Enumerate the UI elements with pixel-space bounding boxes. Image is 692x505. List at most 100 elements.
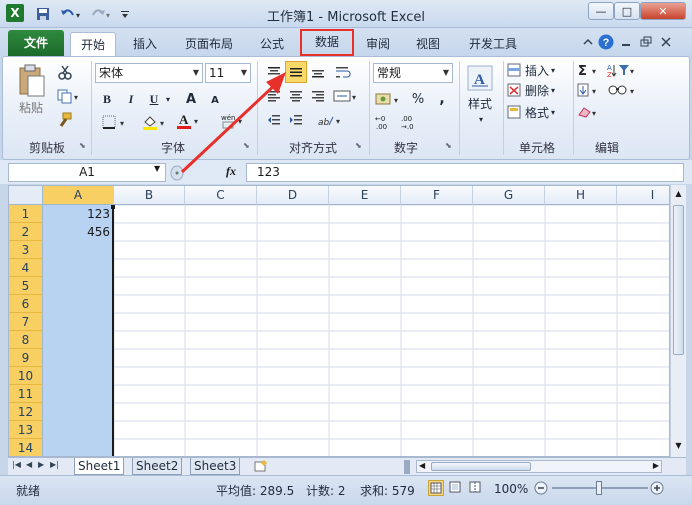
sheet-tab-sheet1[interactable]: Sheet1 (74, 458, 125, 475)
autosum-icon[interactable]: Σ ▾ (577, 61, 603, 79)
scroll-left-icon[interactable]: ◀ (419, 461, 425, 470)
scroll-up-icon[interactable]: ▲ (673, 189, 684, 201)
find-select-icon[interactable]: ▾ (607, 81, 637, 99)
minimize-ribbon-icon[interactable] (580, 34, 596, 50)
orientation-icon[interactable]: ab ▾ (317, 111, 343, 129)
fill-icon[interactable]: ▾ (577, 81, 603, 99)
alignment-launcher-icon[interactable]: ⬊ (355, 141, 362, 150)
tab-insert[interactable]: 插入 (126, 32, 164, 56)
row-header-7[interactable]: 7 (9, 313, 43, 331)
zoom-in-icon[interactable] (650, 481, 664, 495)
number-format-combo[interactable]: 常规 ▼ (373, 63, 453, 83)
decrease-decimal-icon[interactable]: .00 →.0 (401, 113, 423, 131)
tab-formulas[interactable]: 公式 (252, 32, 292, 56)
zoom-level[interactable]: 100% (494, 482, 528, 496)
sheet-tab-sheet2[interactable]: Sheet2 (132, 458, 183, 475)
styles-icon[interactable]: A (465, 63, 495, 93)
tab-view[interactable]: 视图 (410, 32, 446, 56)
column-header-i[interactable]: I (617, 186, 669, 205)
borders-icon[interactable]: ▾ (101, 113, 131, 131)
clipboard-launcher-icon[interactable]: ⬊ (79, 141, 86, 150)
scroll-right-icon[interactable]: ▶ (653, 461, 659, 470)
percent-button[interactable]: % (409, 90, 427, 108)
first-sheet-icon[interactable]: |◀ (12, 460, 21, 469)
chevron-down-icon[interactable]: ▼ (440, 64, 452, 82)
page-layout-view-icon[interactable] (448, 480, 464, 496)
tab-home[interactable]: 开始 (70, 32, 116, 57)
last-sheet-icon[interactable]: ▶| (50, 460, 59, 469)
help-icon[interactable]: ? (598, 34, 614, 50)
page-break-view-icon[interactable] (468, 480, 484, 496)
paste-icon[interactable] (13, 63, 49, 99)
zoom-slider-thumb[interactable] (596, 481, 602, 495)
chevron-down-icon[interactable]: ▾ (475, 113, 487, 125)
insert-sheet-icon[interactable] (252, 459, 272, 473)
italic-button[interactable]: I (123, 90, 139, 108)
vertical-scrollbar[interactable]: ▲ ▼ (670, 185, 686, 457)
row-header-8[interactable]: 8 (9, 331, 43, 349)
close-button[interactable]: ✕ (640, 2, 686, 20)
wrap-text-icon[interactable] (333, 63, 353, 81)
row-header-10[interactable]: 10 (9, 367, 43, 385)
row-header-5[interactable]: 5 (9, 277, 43, 295)
copy-icon[interactable]: ▾ (55, 87, 83, 105)
row-header-11[interactable]: 11 (9, 385, 43, 403)
normal-view-icon[interactable] (428, 480, 444, 496)
h-scrollbar-thumb[interactable] (431, 462, 531, 471)
maximize-button[interactable]: □ (614, 2, 640, 20)
row-header-1[interactable]: 1 (9, 205, 43, 223)
underline-button[interactable]: U (145, 90, 163, 108)
row-header-4[interactable]: 4 (9, 259, 43, 277)
row-header-3[interactable]: 3 (9, 241, 43, 259)
sheet-tab-sheet3[interactable]: Sheet3 (190, 458, 241, 475)
format-painter-icon[interactable] (55, 111, 75, 129)
bold-button[interactable]: B (99, 90, 115, 108)
minimize-button[interactable]: — (588, 2, 614, 20)
chevron-down-icon[interactable]: ▼ (154, 164, 160, 173)
paste-button-label[interactable]: 粘贴 (11, 99, 51, 115)
row-header-12[interactable]: 12 (9, 403, 43, 421)
format-cells-button[interactable]: 格式 ▾ (507, 103, 567, 121)
next-sheet-icon[interactable]: ▶ (38, 460, 44, 469)
scroll-down-icon[interactable]: ▼ (673, 441, 684, 453)
column-header-c[interactable]: C (185, 186, 257, 205)
tab-file[interactable]: 文件 (8, 30, 64, 56)
column-header-a[interactable]: A (43, 186, 114, 205)
prev-sheet-icon[interactable]: ◀ (26, 460, 32, 469)
delete-cells-button[interactable]: 删除 ▾ (507, 81, 567, 99)
formula-input[interactable]: 123 (246, 163, 684, 182)
column-header-e[interactable]: E (329, 186, 401, 205)
column-header-b[interactable]: B (114, 186, 185, 205)
select-all-corner[interactable] (9, 186, 43, 205)
row-header-14[interactable]: 14 (9, 439, 43, 456)
doc-minimize-icon[interactable] (618, 34, 634, 50)
column-header-d[interactable]: D (257, 186, 329, 205)
styles-button-label[interactable]: 样式 (463, 95, 497, 111)
fill-color-icon[interactable]: ▾ (141, 113, 171, 131)
doc-restore-icon[interactable] (638, 34, 654, 50)
column-header-g[interactable]: G (473, 186, 545, 205)
clear-icon[interactable]: ▾ (577, 103, 603, 121)
accounting-format-icon[interactable]: ▾ (375, 90, 403, 108)
cell-a2[interactable]: 456 (43, 223, 114, 241)
doc-close-icon[interactable] (658, 34, 674, 50)
column-header-h[interactable]: H (545, 186, 617, 205)
tab-review[interactable]: 审阅 (360, 32, 396, 56)
sort-filter-icon[interactable]: A Z ▾ (607, 61, 637, 79)
tab-data[interactable]: 数据 (300, 29, 354, 56)
row-header-9[interactable]: 9 (9, 349, 43, 367)
name-box[interactable]: A1 (8, 163, 166, 182)
cut-icon[interactable] (55, 63, 75, 81)
merge-center-icon[interactable]: ▾ (333, 87, 359, 105)
scrollbar-thumb[interactable] (673, 205, 684, 355)
row-header-2[interactable]: 2 (9, 223, 43, 241)
tab-page-layout[interactable]: 页面布局 (178, 32, 240, 56)
number-launcher-icon[interactable]: ⬊ (445, 141, 452, 150)
align-right-icon[interactable] (309, 87, 327, 105)
tab-developer[interactable]: 开发工具 (462, 32, 524, 56)
increase-decimal-icon[interactable]: ←0.00 (375, 113, 397, 131)
cell-a1[interactable]: 123 (43, 205, 114, 223)
worksheet-grid[interactable]: A B C D E F G H I 1 2 3 4 5 6 7 8 9 10 1… (8, 185, 670, 457)
align-bottom-icon[interactable] (309, 63, 327, 81)
column-header-f[interactable]: F (401, 186, 473, 205)
